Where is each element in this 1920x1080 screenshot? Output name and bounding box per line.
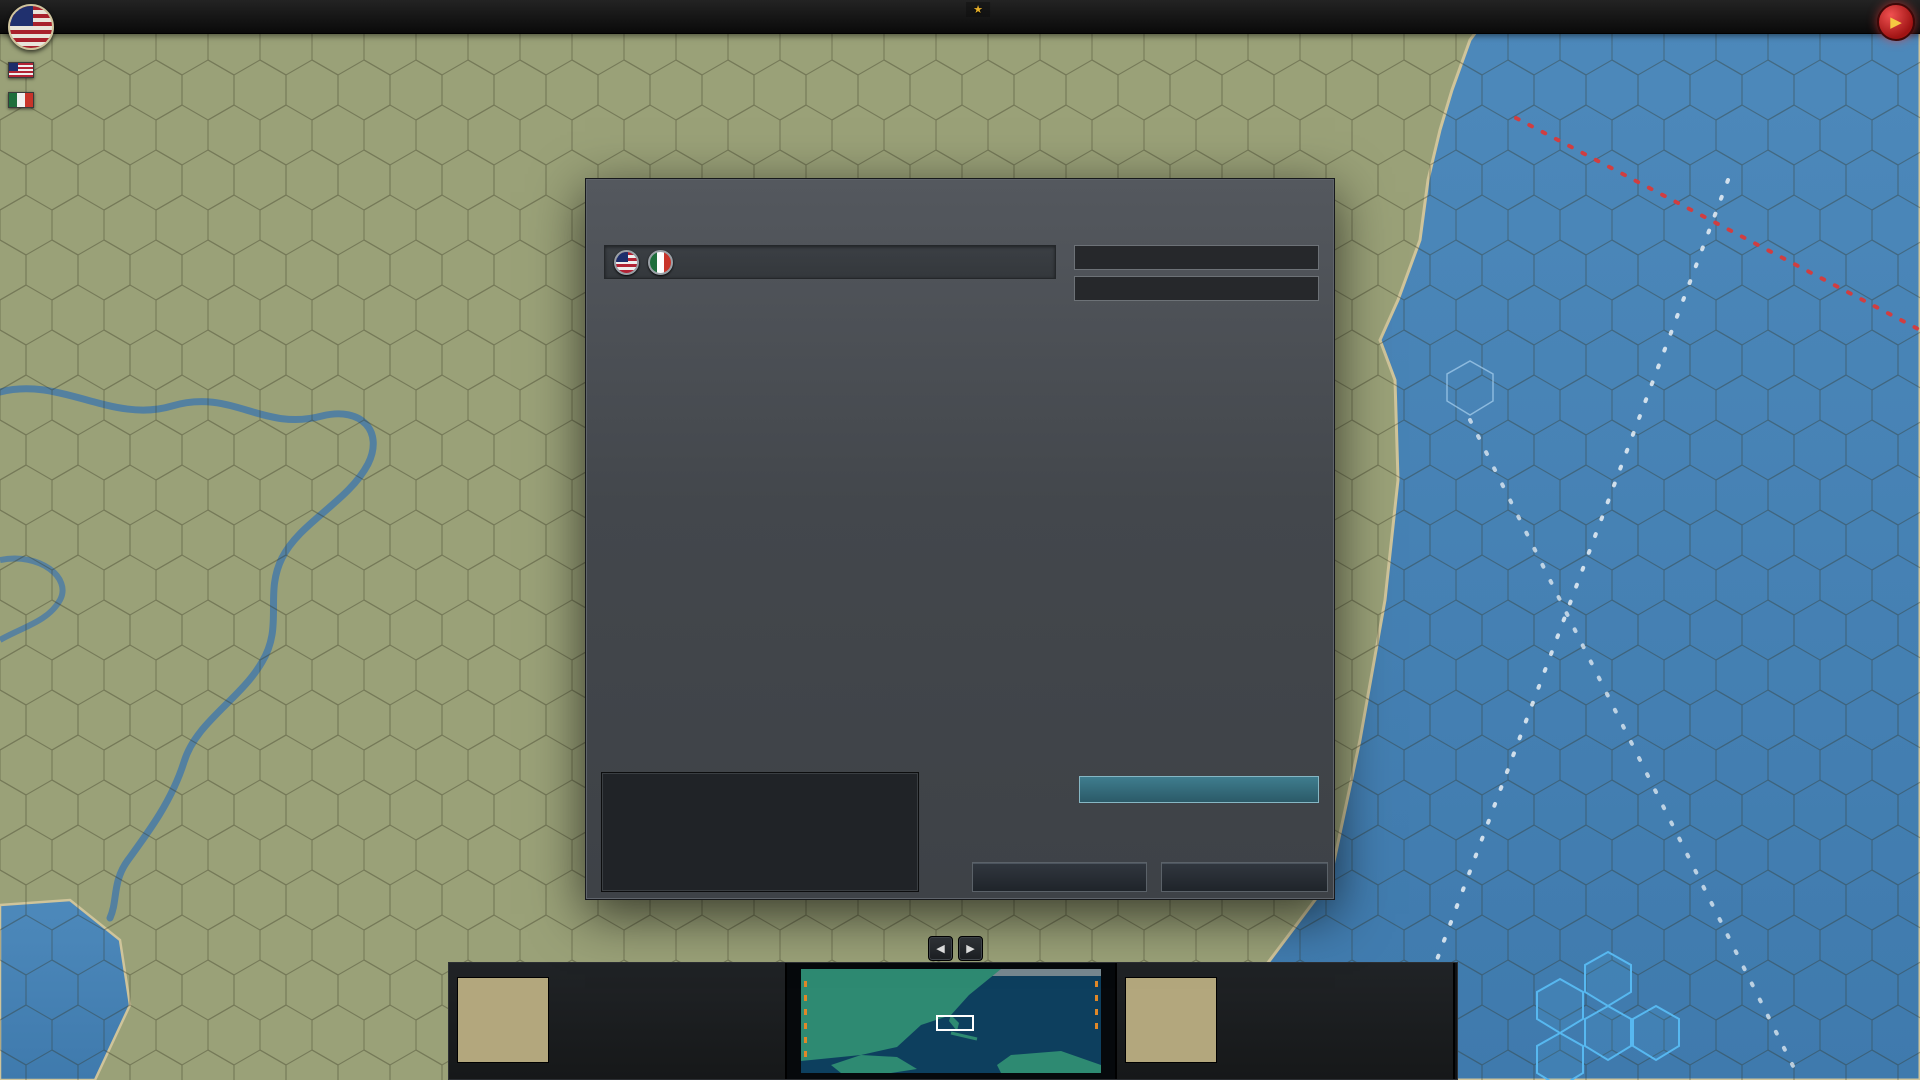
end-turn-button[interactable]: ▶ — [1877, 3, 1915, 41]
top-bar — [0, 0, 1920, 34]
terrain-thumbnail — [1125, 977, 1217, 1063]
next-unit-button[interactable]: ▶ — [958, 936, 983, 961]
prev-unit-button[interactable]: ◀ — [928, 936, 953, 961]
dialog-flag-bar — [604, 245, 1056, 279]
left-arrow-icon: ◀ — [936, 942, 944, 955]
us-flag — [8, 62, 34, 78]
us-flag-button[interactable] — [614, 250, 639, 275]
research-dialog — [585, 178, 1335, 900]
terrain-info-panel-left — [449, 963, 787, 1079]
union-emblem — [8, 4, 54, 50]
bottom-info-strip — [448, 962, 1458, 1080]
research-description — [601, 772, 919, 892]
terrain-info-panel-right — [1117, 963, 1455, 1079]
game-screen: ▶ ★ ◀ ▶ — [0, 0, 1920, 1080]
minimap-panel — [787, 963, 1117, 1079]
mexico-flag-button[interactable] — [648, 250, 673, 275]
right-arrow-icon: ▶ — [966, 942, 974, 955]
table-button[interactable] — [972, 862, 1147, 892]
nations-flag-strip: ★ — [966, 2, 990, 17]
star-separator-icon: ★ — [973, 3, 983, 16]
mexico-flag — [8, 92, 34, 108]
research-funding-bar — [1074, 276, 1319, 301]
minimap[interactable] — [801, 969, 1101, 1073]
mpp-status-panel — [4, 62, 38, 122]
maximum-research-bar — [1079, 776, 1319, 803]
play-arrow-icon: ▶ — [1890, 13, 1902, 31]
terrain-thumbnail — [457, 977, 549, 1063]
close-button[interactable] — [1161, 862, 1328, 892]
available-mpp-bar — [1074, 245, 1319, 270]
unit-action-toolbar: ◀ ▶ — [928, 936, 1009, 961]
